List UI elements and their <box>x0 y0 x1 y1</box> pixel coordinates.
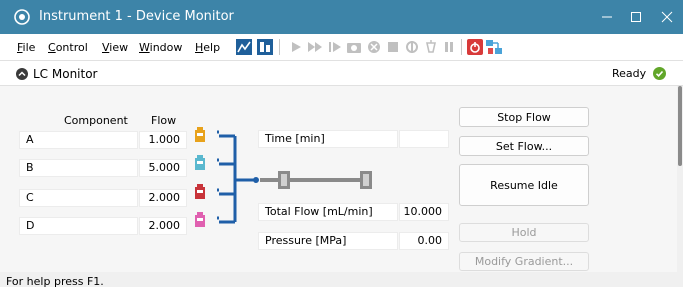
resume-idle-button[interactable]: Resume Idle <box>459 164 589 206</box>
valve-icon[interactable] <box>403 38 421 56</box>
status-bar: For help press F1. <box>0 272 683 288</box>
menu-file[interactable]: File <box>17 41 35 54</box>
stop-square-icon[interactable] <box>384 38 402 56</box>
menu-help-label: elp <box>203 41 221 54</box>
menu-window-accel: W <box>139 41 150 54</box>
flow-column-header: Flow <box>151 114 177 127</box>
panel-title: LC Monitor <box>33 67 98 81</box>
time-value <box>399 130 449 148</box>
title-bar: Instrument 1 - Device Monitor <box>0 0 683 34</box>
chart-icon[interactable] <box>235 38 253 56</box>
pause-icon[interactable] <box>440 38 458 56</box>
collapse-icon[interactable] <box>16 68 28 80</box>
check-icon <box>653 67 666 80</box>
power-icon[interactable] <box>466 38 484 56</box>
flow-cell[interactable]: 2.000 <box>139 217 187 235</box>
menu-view[interactable]: View <box>102 41 128 54</box>
scrollbar-thumb[interactable] <box>678 86 682 166</box>
toolbar-separator <box>279 39 280 55</box>
component-cell: B <box>19 159 138 177</box>
total-flow-label: Total Flow [mL/min] <box>258 203 398 221</box>
close-icon <box>661 11 673 23</box>
set-flow-button[interactable]: Set Flow... <box>459 136 589 156</box>
stop-flow-button[interactable]: Stop Flow <box>459 107 589 127</box>
solvent-lines <box>217 130 259 224</box>
solvent-bottle-d-icon <box>195 212 205 227</box>
instrument-icon[interactable] <box>256 38 274 56</box>
vertical-scrollbar[interactable] <box>677 86 683 287</box>
component-cell: C <box>19 189 138 207</box>
flow-cell[interactable]: 2.000 <box>139 189 187 207</box>
component-column-header: Component <box>64 114 128 127</box>
minimize-icon <box>602 16 612 18</box>
stop-circle-icon[interactable] <box>365 38 383 56</box>
menu-window-label: indow <box>149 41 183 54</box>
menu-help[interactable]: Help <box>195 41 220 54</box>
pressure-label: Pressure [MPa] <box>258 232 398 250</box>
component-cell: A <box>19 131 138 149</box>
fast-forward-icon[interactable] <box>306 38 324 56</box>
column-icon <box>260 171 372 189</box>
component-cell: D <box>19 217 138 235</box>
time-label: Time [min] <box>258 130 398 148</box>
menu-view-label: iew <box>109 41 129 54</box>
step-icon[interactable] <box>326 38 344 56</box>
solvent-bottle-c-icon <box>195 184 205 199</box>
toolbar-separator <box>461 39 462 55</box>
flow-cell[interactable]: 1.000 <box>139 131 187 149</box>
flow-cell[interactable]: 5.000 <box>139 159 187 177</box>
lamp-icon[interactable] <box>422 38 440 56</box>
network-icon[interactable] <box>485 38 503 56</box>
menu-file-label: ile <box>22 41 36 54</box>
close-button[interactable] <box>647 5 683 29</box>
pressure-value: 0.00 <box>399 232 449 250</box>
app-logo-icon <box>14 9 30 25</box>
hold-button[interactable]: Hold <box>459 223 589 242</box>
total-flow-value: 10.000 <box>399 203 449 221</box>
status-text: Ready <box>612 67 647 80</box>
help-text: For help press F1. <box>6 275 104 288</box>
solvent-bottle-b-icon <box>195 155 205 170</box>
play-icon[interactable] <box>287 38 305 56</box>
menu-window[interactable]: Window <box>139 41 182 54</box>
menu-control-accel: C <box>48 41 56 54</box>
window-title: Instrument 1 - Device Monitor <box>39 9 234 24</box>
solvent-bottle-a-icon <box>195 127 205 142</box>
camera-icon[interactable] <box>345 38 363 56</box>
menu-control[interactable]: Control <box>48 41 88 54</box>
menu-control-label: ontrol <box>55 41 88 54</box>
panel-header: LC Monitor Ready <box>0 60 683 86</box>
modify-gradient-button[interactable]: Modify Gradient... <box>459 252 589 271</box>
maximize-icon <box>631 12 641 22</box>
